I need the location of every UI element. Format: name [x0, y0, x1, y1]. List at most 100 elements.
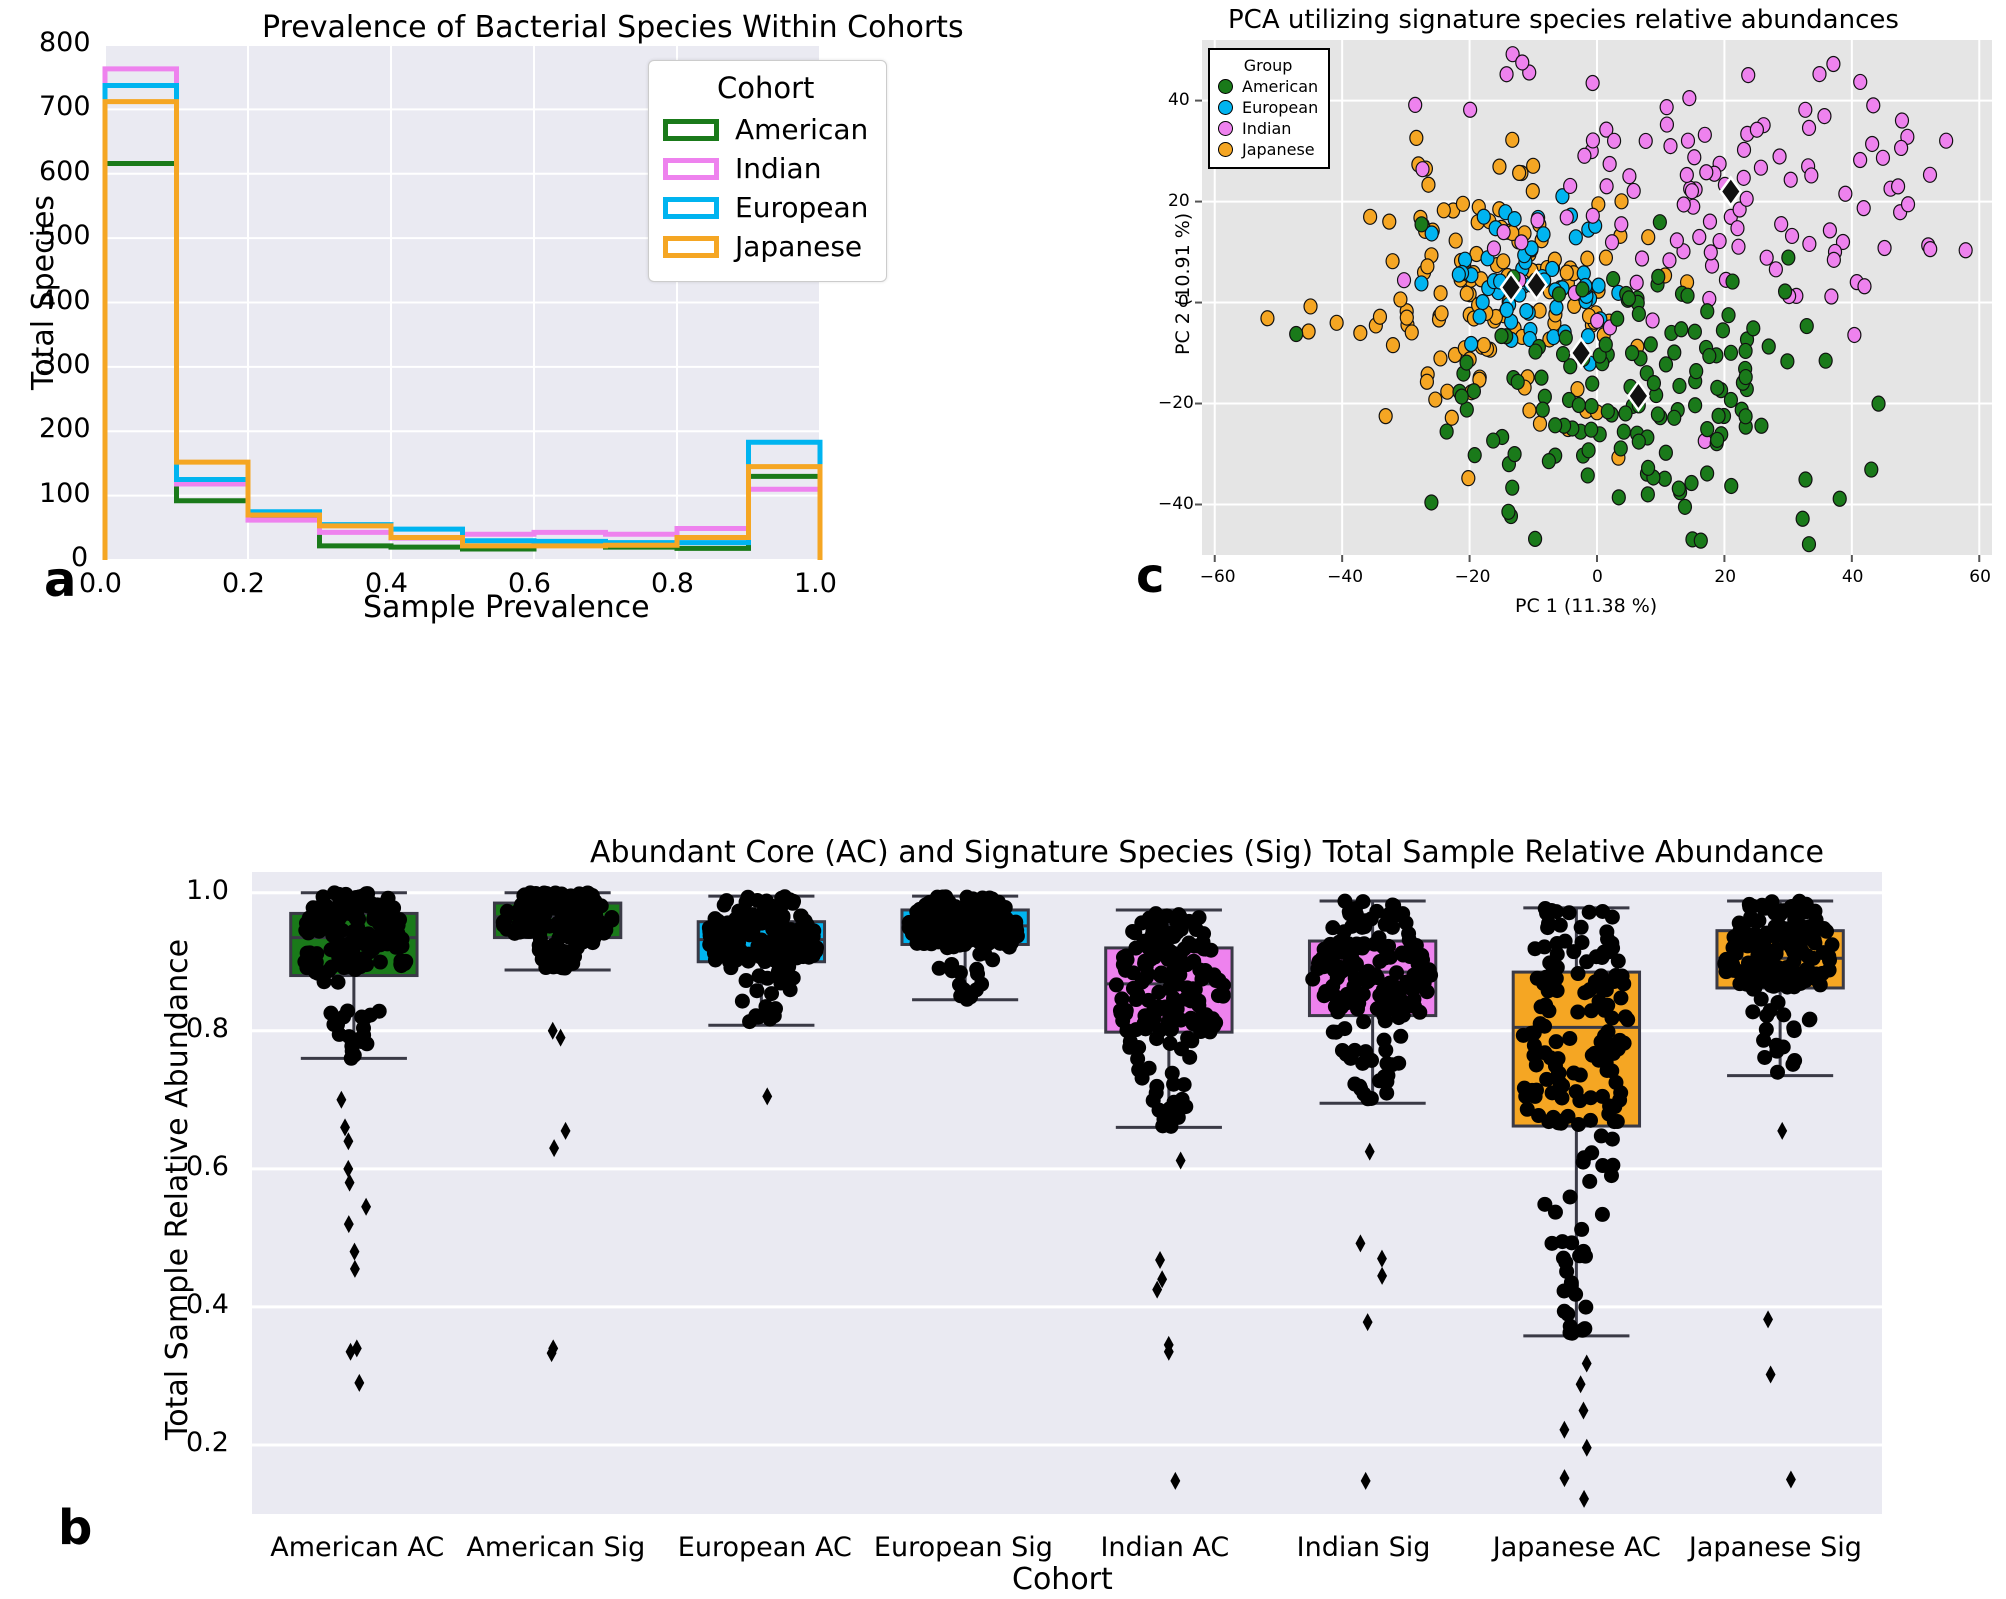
- pca-point-american: [1610, 310, 1625, 327]
- pca-point-indian: [1900, 196, 1916, 213]
- pca-point-japanese: [1444, 409, 1459, 426]
- pca-point-indian: [1602, 155, 1617, 173]
- pca-point-japanese: [1505, 131, 1520, 148]
- pca-point-american: [1640, 459, 1656, 476]
- swarm-point: [754, 915, 770, 931]
- panel-c-ytick: 40: [1168, 89, 1190, 110]
- pca-point-indian: [1826, 251, 1841, 268]
- swarm-point: [542, 918, 558, 934]
- swarm-point: [1403, 939, 1419, 955]
- swarm-point: [734, 993, 750, 1009]
- pca-point-american: [1702, 347, 1717, 365]
- pca-point-american: [1680, 287, 1695, 304]
- pca-point-american: [1700, 303, 1715, 320]
- swarm-point: [1745, 1004, 1761, 1020]
- swarm-point: [742, 1014, 758, 1030]
- swarm-point: [362, 1007, 378, 1023]
- panel-b-svg: [252, 885, 1882, 1508]
- pca-point-american: [1535, 401, 1550, 418]
- pca-point-european: [1457, 251, 1473, 268]
- swarm-point: [1176, 941, 1192, 957]
- pca-point-american: [1501, 503, 1516, 520]
- pca-point-american: [1534, 369, 1549, 386]
- boxplot-outlier: [336, 1090, 347, 1109]
- swarm-point: [948, 913, 964, 929]
- swarm-point: [1587, 1045, 1603, 1061]
- pca-point-indian: [1659, 116, 1675, 133]
- swarm-point: [1560, 1108, 1576, 1124]
- swarm-point: [513, 897, 529, 913]
- panel-a-ytick: 800: [39, 27, 91, 58]
- swarm-point: [1593, 1128, 1609, 1144]
- boxplot-outlier: [1362, 1313, 1373, 1332]
- pca-point-indian: [1604, 234, 1620, 251]
- panel-c-xtick: 40: [1841, 567, 1864, 587]
- swarm-point: [1560, 1306, 1576, 1322]
- panel-b-xtick: Japanese Sig: [1688, 1532, 1862, 1563]
- pca-point-indian: [1463, 101, 1478, 118]
- pca-point-indian: [1515, 54, 1530, 71]
- pca-point-indian: [1697, 126, 1712, 143]
- panel-c-xtick: 0: [1592, 567, 1603, 587]
- panel-c-legend: Group American European Indian Japanese: [1208, 48, 1331, 169]
- boxplot-outlier: [1579, 1489, 1590, 1508]
- swarm-point: [306, 958, 322, 974]
- pca-point-american: [1700, 465, 1715, 482]
- pca-point-american: [1710, 379, 1725, 396]
- boxplot-outlier: [1785, 1470, 1796, 1489]
- pca-point-indian: [1676, 196, 1691, 213]
- pca-point-american: [1585, 375, 1600, 392]
- pca-point-european: [1536, 226, 1551, 243]
- pca-point-japanese: [1393, 291, 1408, 308]
- pca-point-american: [1424, 494, 1439, 511]
- swarm-point: [531, 937, 547, 953]
- swarm-point: [1528, 1057, 1544, 1073]
- panel-c-xtick: −20: [1454, 567, 1491, 587]
- swarm-point: [1412, 1004, 1428, 1020]
- pca-point-japanese: [1353, 324, 1368, 342]
- swarm-point: [1788, 920, 1804, 936]
- swarm-point: [551, 959, 567, 975]
- pca-point-american: [1548, 417, 1563, 434]
- swarm-point: [1331, 967, 1347, 983]
- swarm-point: [793, 908, 809, 924]
- panel-c-pca: PCA utilizing signature species relative…: [1080, 0, 2006, 640]
- pca-point-japanese: [1329, 314, 1344, 331]
- swarm-point: [1559, 1263, 1575, 1279]
- pca-point-american: [1640, 486, 1655, 503]
- swarm-point: [1577, 1321, 1593, 1337]
- swarm-point: [349, 904, 365, 920]
- swarm-point: [1205, 1011, 1221, 1027]
- swarm-point: [1404, 981, 1420, 997]
- pca-point-american: [1551, 286, 1567, 303]
- swarm-point: [965, 928, 981, 944]
- swarm-point: [1325, 1024, 1341, 1040]
- pca-point-american: [1738, 342, 1753, 360]
- swarm-point: [1544, 1085, 1560, 1101]
- panel-c-xtick: 20: [1714, 567, 1737, 587]
- panel-c-xtick: −60: [1199, 567, 1236, 587]
- pca-point-indian: [1687, 149, 1702, 166]
- pca-point-american: [1658, 356, 1674, 373]
- swarm-point: [1605, 940, 1621, 956]
- pca-point-american: [1780, 353, 1795, 370]
- swarm-point: [1419, 984, 1435, 1000]
- legend-swatch: [663, 157, 719, 180]
- swarm-point: [1581, 904, 1597, 920]
- swarm-point: [1181, 913, 1197, 929]
- panel-a-xtick: 1.0: [794, 568, 837, 599]
- swarm-point: [1145, 1092, 1161, 1108]
- pca-point-japanese: [1385, 337, 1401, 354]
- pca-point-indian: [1847, 326, 1862, 344]
- pca-point-indian: [1894, 112, 1910, 129]
- pca-point-american: [1494, 327, 1509, 345]
- swarm-point: [1182, 1049, 1198, 1065]
- pca-point-indian: [1499, 66, 1514, 83]
- pca-point-american: [1658, 444, 1673, 461]
- pca-point-indian: [1958, 242, 1973, 259]
- pca-point-european: [1568, 229, 1583, 246]
- pca-point-american: [1618, 405, 1633, 422]
- panel-b-xlabel: Cohort: [1012, 1562, 1113, 1597]
- pca-point-indian: [1662, 252, 1677, 269]
- swarm-point: [1191, 997, 1207, 1013]
